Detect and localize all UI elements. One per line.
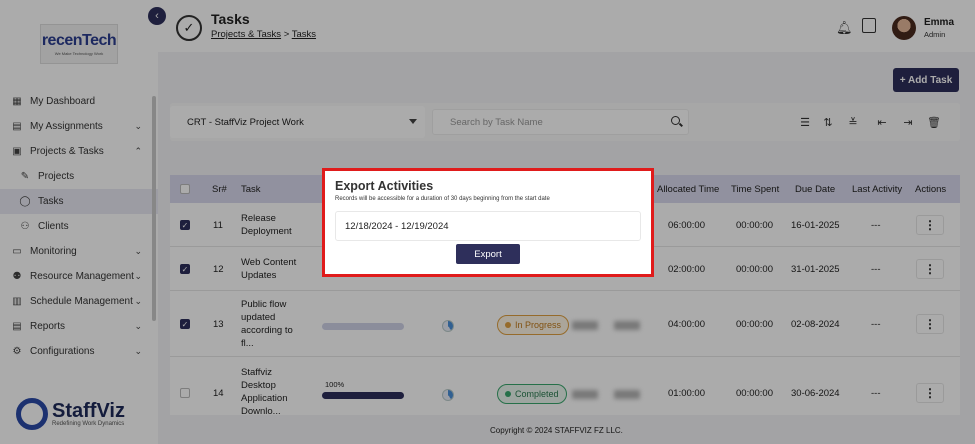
date-range-input[interactable]: 12/18/2024 - 12/19/2024 (335, 211, 641, 241)
modal-title: Export Activities (335, 179, 434, 193)
export-button[interactable]: Export (456, 244, 520, 264)
export-activities-modal: Export Activities Records will be access… (322, 168, 654, 277)
modal-subtitle: Records will be accessible for a duratio… (335, 196, 550, 202)
